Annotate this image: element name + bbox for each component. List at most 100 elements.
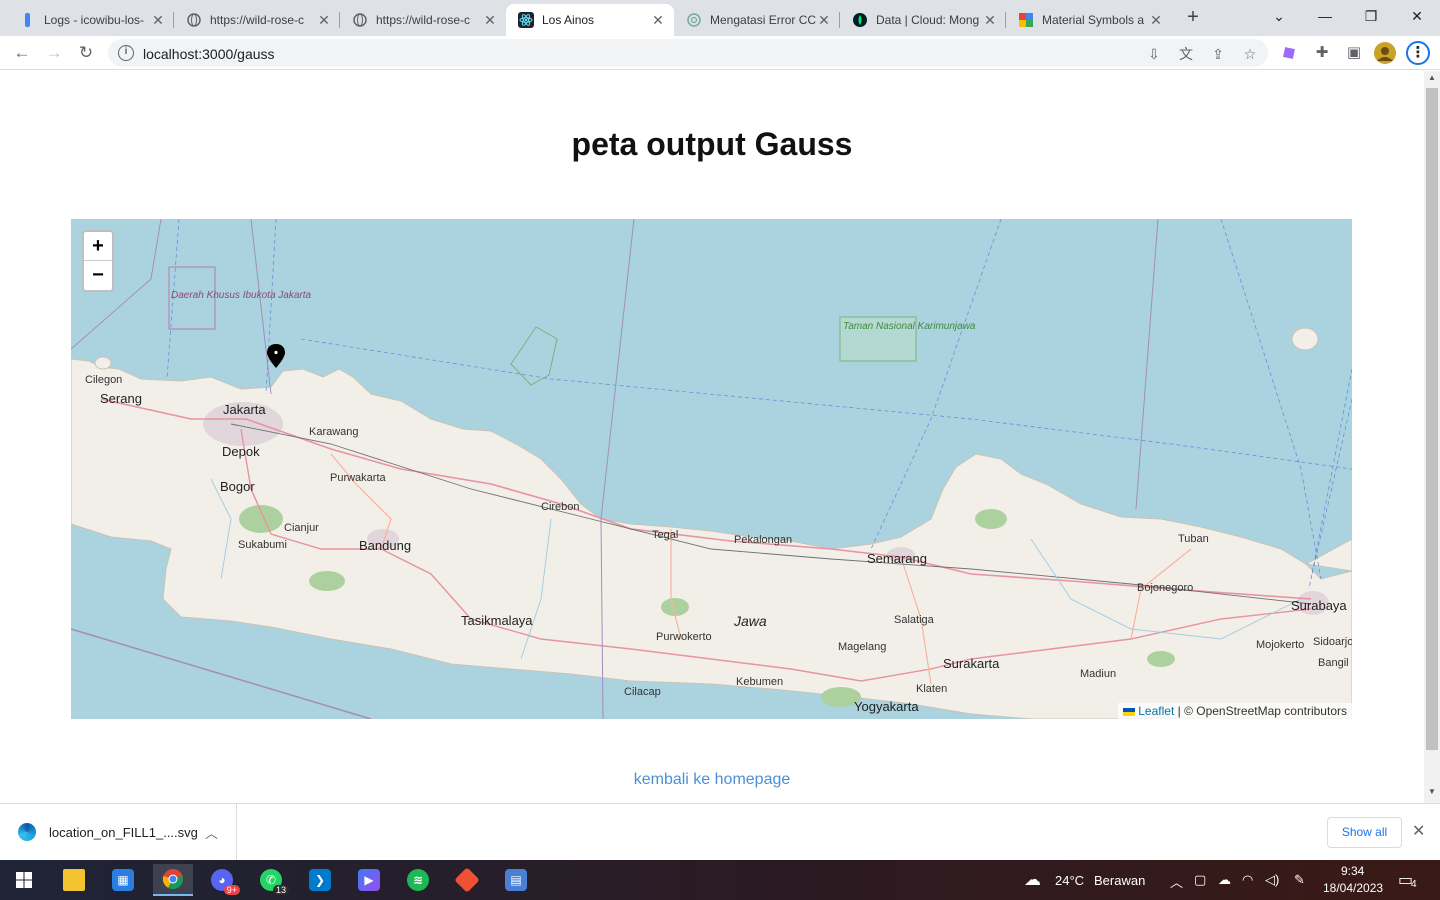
weather-description[interactable]: Berawan	[1094, 873, 1145, 888]
chevron-up-icon[interactable]: ︿	[205, 823, 218, 842]
profile-avatar[interactable]	[1374, 42, 1396, 64]
pen-icon[interactable]: ✎	[1294, 872, 1305, 888]
extensions-puzzle-icon[interactable]: ✚	[1311, 42, 1333, 64]
map-label-cirebon: Cirebon	[541, 501, 580, 513]
close-icon[interactable]: ✕	[482, 12, 498, 29]
chevron-up-icon[interactable]: ︿	[1170, 872, 1183, 891]
map-label-bogor: Bogor	[220, 479, 255, 494]
map-label-sidoarjo: Sidoarjo	[1313, 636, 1352, 648]
tab-wild-rose-1[interactable]: https://wild-rose-c ✕	[174, 4, 340, 36]
tab-strip: Logs - icowibu-los- ✕ https://wild-rose-…	[0, 0, 1440, 36]
minimize-button[interactable]: —	[1302, 0, 1348, 32]
install-app-icon[interactable]: ⇩	[1146, 46, 1162, 62]
scrollbar-thumb[interactable]	[1426, 88, 1438, 750]
microsoft-store-icon[interactable]: ▦	[103, 864, 143, 896]
close-icon[interactable]: ✕	[816, 12, 832, 29]
material-icon	[1018, 12, 1034, 28]
map-attribution: Leaflet | © OpenStreetMap contributors	[1118, 703, 1352, 719]
close-icon[interactable]: ✕	[982, 12, 998, 29]
weather-temperature[interactable]: 24°C	[1055, 873, 1084, 888]
restore-button[interactable]: ❐	[1348, 0, 1394, 32]
tab-wild-rose-2[interactable]: https://wild-rose-c ✕	[340, 4, 506, 36]
url-text[interactable]: localhost:3000/gauss	[143, 46, 275, 62]
shipping-lane	[1220, 219, 1322, 580]
reload-icon[interactable]: ↻	[72, 39, 100, 67]
address-bar[interactable]: i localhost:3000/gauss ⇩ 文 ⇪ ☆	[108, 39, 1268, 67]
homepage-link[interactable]: kembali ke homepage	[0, 771, 1424, 789]
forward-arrow-icon[interactable]: →	[40, 39, 68, 67]
clock-time[interactable]: 9:34	[1341, 864, 1364, 878]
map-label-bojonegoro: Bojonegoro	[1137, 582, 1194, 594]
git-icon[interactable]	[447, 864, 487, 896]
forest-patch	[975, 509, 1007, 529]
openai-icon	[686, 12, 702, 28]
tab-mongodb[interactable]: Data | Cloud: Mong ✕	[840, 4, 1006, 36]
map-label-mojokerto: Mojokerto	[1256, 639, 1305, 651]
close-icon[interactable]: ✕	[316, 12, 332, 29]
download-file-name[interactable]: location_on_FILL1_....svg	[49, 825, 198, 840]
discord-icon[interactable]: ◕ 9+	[202, 864, 242, 896]
extension-gradient-icon[interactable]	[1278, 42, 1300, 64]
zoom-control: + −	[82, 230, 114, 292]
whatsapp-icon[interactable]: ✆ 13	[251, 864, 291, 896]
scroll-up-arrow-icon[interactable]: ▲	[1424, 73, 1440, 87]
leaflet-link[interactable]: Leaflet	[1138, 704, 1174, 718]
map-label-cilegon: Cilegon	[85, 374, 123, 386]
close-icon[interactable]: ✕	[150, 12, 166, 29]
vscode-icon[interactable]: ❯	[300, 864, 340, 896]
map-label-surakarta: Surakarta	[943, 656, 1000, 671]
tab-los-ainos[interactable]: Los Ainos ✕	[506, 4, 674, 36]
close-window-button[interactable]: ✕	[1394, 0, 1440, 32]
chrome-menu-icon[interactable]: ⋮	[1406, 41, 1430, 65]
translate-icon[interactable]: 文	[1178, 46, 1194, 62]
whatsapp-badge: 13	[272, 885, 289, 895]
forest-patch	[309, 571, 345, 591]
zoom-in-button[interactable]: +	[84, 232, 112, 261]
tab-title: Logs - icowibu-los-	[44, 13, 145, 27]
react-icon	[518, 12, 534, 28]
tab-title: Material Symbols a	[1042, 13, 1145, 27]
leaflet-map[interactable]: Daerah Khusus Ibukota Jakarta Taman Nasi…	[71, 219, 1352, 719]
cloud-weather-icon[interactable]: ☁	[1024, 870, 1041, 890]
new-tab-button[interactable]: +	[1181, 6, 1205, 30]
info-icon[interactable]: i	[118, 45, 134, 61]
map-label-tegal: Tegal	[652, 529, 679, 541]
tab-search-chevron-icon[interactable]: ⌄	[1256, 0, 1302, 32]
back-arrow-icon[interactable]: ←	[8, 39, 36, 67]
download-item[interactable]: location_on_FILL1_....svg ︿	[0, 804, 237, 860]
map-label-dki: Daerah Khusus Ibukota Jakarta	[171, 290, 312, 301]
bing-icon[interactable]: ▶	[349, 864, 389, 896]
map-label-purwakarta: Purwakarta	[330, 472, 386, 484]
tab-title: https://wild-rose-c	[210, 13, 305, 27]
windows-start-icon[interactable]	[4, 864, 44, 896]
map-label-tuban: Tuban	[1178, 533, 1209, 545]
share-icon[interactable]: ⇪	[1210, 46, 1226, 62]
close-icon[interactable]: ✕	[1412, 821, 1425, 841]
scroll-down-arrow-icon[interactable]: ▼	[1424, 787, 1440, 801]
wifi-icon[interactable]: ◠	[1242, 872, 1253, 888]
close-icon[interactable]: ✕	[1148, 12, 1164, 29]
tab-logs[interactable]: Logs - icowibu-los- ✕	[8, 4, 174, 36]
bookmark-star-icon[interactable]: ☆	[1242, 46, 1258, 62]
onedrive-warning-icon[interactable]: ☁	[1218, 872, 1231, 888]
volume-icon[interactable]: ◁)	[1265, 872, 1279, 888]
tab-title: https://wild-rose-c	[376, 13, 471, 27]
clock-date[interactable]: 18/04/2023	[1323, 881, 1383, 895]
calculator-icon[interactable]: ▤	[496, 864, 536, 896]
map-label-sukabumi: Sukabumi	[238, 539, 287, 551]
page-scrollbar[interactable]: ▲ ▼	[1424, 71, 1440, 803]
side-panel-icon[interactable]: ▣	[1343, 42, 1365, 64]
file-explorer-icon[interactable]	[54, 864, 94, 896]
madura-land	[1304, 538, 1352, 572]
map-label-madiun: Madiun	[1080, 668, 1117, 680]
close-icon[interactable]: ✕	[650, 12, 666, 29]
meet-now-icon[interactable]: ▢	[1194, 872, 1206, 888]
tab-material-symbols[interactable]: Material Symbols a ✕	[1006, 4, 1172, 36]
chrome-icon[interactable]	[153, 864, 193, 896]
tab-mengatasi-error[interactable]: Mengatasi Error CC ✕	[674, 4, 840, 36]
maritime-border	[1135, 219, 1159, 510]
show-all-button[interactable]: Show all	[1327, 817, 1402, 848]
location-pin-icon[interactable]	[267, 344, 285, 368]
zoom-out-button[interactable]: −	[84, 261, 112, 290]
spotify-icon[interactable]: ≋	[398, 864, 438, 896]
